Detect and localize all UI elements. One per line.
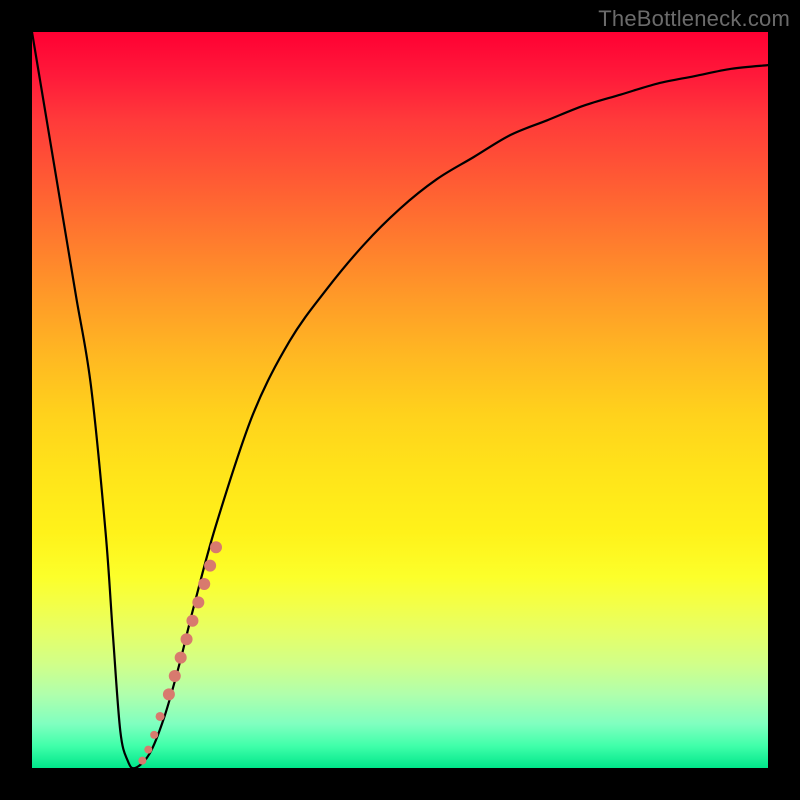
chart-marker xyxy=(163,688,175,700)
watermark-text: TheBottleneck.com xyxy=(598,6,790,32)
chart-plot-area xyxy=(32,32,768,768)
chart-markers xyxy=(138,541,222,764)
bottleneck-curve xyxy=(32,32,768,768)
chart-marker xyxy=(186,615,198,627)
chart-frame: TheBottleneck.com xyxy=(0,0,800,800)
chart-marker xyxy=(144,746,152,754)
chart-marker xyxy=(210,541,222,553)
chart-marker xyxy=(175,652,187,664)
chart-marker xyxy=(181,633,193,645)
chart-marker xyxy=(150,731,158,739)
chart-marker xyxy=(169,670,181,682)
chart-marker xyxy=(138,757,146,765)
chart-marker xyxy=(204,560,216,572)
chart-marker xyxy=(198,578,210,590)
chart-marker xyxy=(156,712,165,721)
chart-svg xyxy=(32,32,768,768)
chart-marker xyxy=(192,596,204,608)
